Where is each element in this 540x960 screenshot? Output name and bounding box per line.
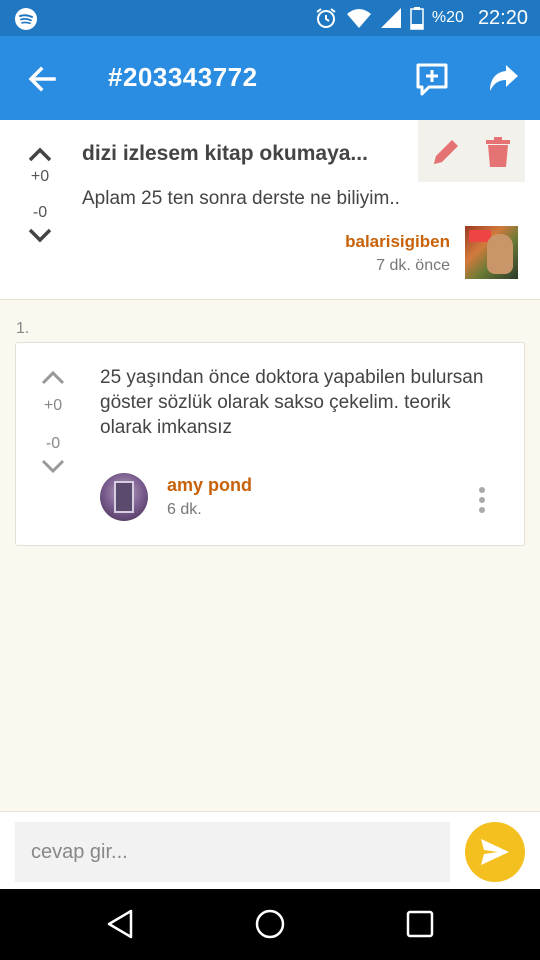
edit-pencil-icon[interactable] <box>430 136 462 168</box>
spotify-icon <box>15 8 37 30</box>
avatar-door <box>114 481 134 513</box>
downvote-chevron-icon[interactable] <box>40 459 66 475</box>
upvote-count: +0 <box>43 397 63 414</box>
reply-input[interactable] <box>15 822 450 882</box>
topic-title[interactable]: dizi izlesem kitap okumaya... <box>82 142 402 166</box>
avatar-face <box>487 234 513 274</box>
topic-description: Aplam 25 ten sonra derste ne biliyim.. <box>82 188 400 209</box>
topic-vote-column: +0 -0 <box>15 146 65 244</box>
more-options-icon[interactable] <box>472 487 492 519</box>
nav-home-icon[interactable] <box>253 907 287 941</box>
downvote-count: -0 <box>32 204 48 221</box>
topic-timestamp: 7 dk. önce <box>376 257 450 274</box>
upvote-chevron-icon[interactable] <box>40 369 66 385</box>
app-bar: #203343772 <box>0 36 540 120</box>
page-title: #203343772 <box>108 62 258 92</box>
delete-trash-icon[interactable] <box>484 136 512 168</box>
entry-author[interactable]: amy pond <box>167 475 252 496</box>
send-icon <box>481 839 509 865</box>
entry-index: 1. <box>16 320 30 337</box>
entry-card: +0 -0 25 yaşından önce doktora yapabilen… <box>15 342 525 546</box>
entry-timestamp: 6 dk. <box>167 501 202 518</box>
topic-author-avatar[interactable] <box>465 226 518 279</box>
upvote-count: +0 <box>30 168 50 185</box>
entry-text: 25 yaşından önce doktora yapabilen bulur… <box>100 367 484 438</box>
reply-bar <box>0 811 540 889</box>
downvote-chevron-icon[interactable] <box>27 228 53 244</box>
entry-author-avatar[interactable] <box>100 473 148 521</box>
status-bar: %20 22:20 <box>0 0 540 36</box>
topic-actions <box>418 120 525 182</box>
clock: 22:20 <box>477 6 528 29</box>
share-icon[interactable] <box>488 64 520 94</box>
signal-icon <box>380 8 401 28</box>
send-button[interactable] <box>465 822 525 882</box>
battery-icon <box>410 7 424 30</box>
topic-header: +0 -0 dizi izlesem kitap okumaya... Apla… <box>0 120 540 300</box>
topic-author[interactable]: balarisigiben <box>345 232 450 252</box>
back-arrow-icon[interactable] <box>26 64 58 94</box>
alarm-icon <box>316 8 336 28</box>
new-entry-icon[interactable] <box>415 62 449 96</box>
nav-recents-icon[interactable] <box>403 907 437 941</box>
downvote-count: -0 <box>45 435 61 452</box>
system-nav-bar <box>0 889 540 960</box>
nav-back-icon[interactable] <box>103 907 137 941</box>
upvote-chevron-icon[interactable] <box>27 146 53 162</box>
battery-percent: %20 <box>431 9 464 26</box>
entry-vote-column: +0 -0 <box>28 369 78 475</box>
wifi-icon <box>346 9 371 28</box>
